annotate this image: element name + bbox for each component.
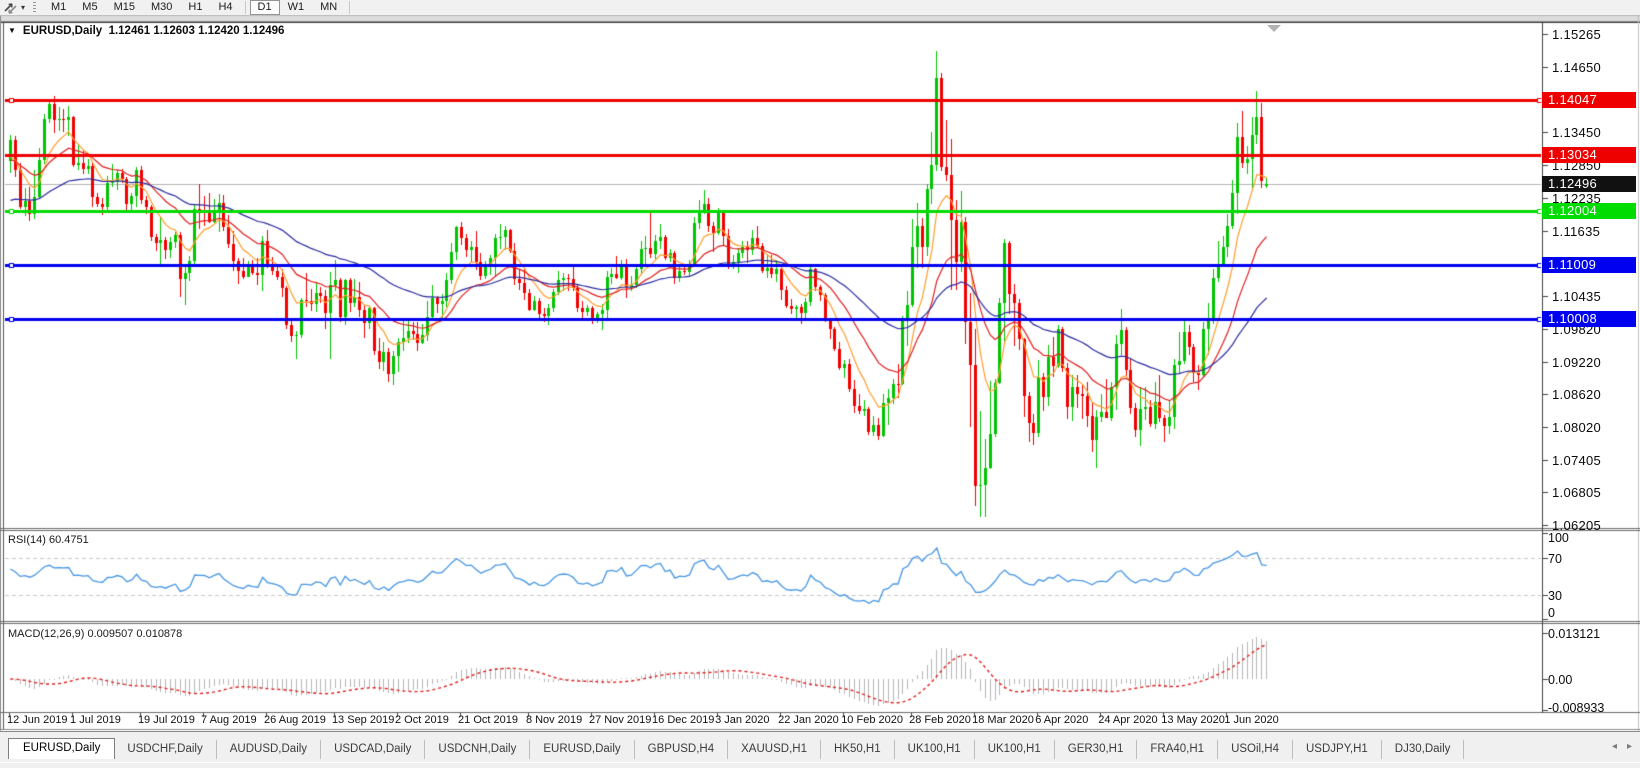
chart-tools-icon[interactable] xyxy=(3,1,19,14)
toolbar-dropdown-caret-icon[interactable]: ▾ xyxy=(21,0,25,15)
price-axis-label: 1.10435 xyxy=(1552,288,1602,304)
date-axis-label: 26 Aug 2019 xyxy=(264,714,326,726)
timeframe-button-w1[interactable]: W1 xyxy=(280,0,313,15)
price-axis-label: 1.14650 xyxy=(1552,60,1602,76)
chart-tab-usdjpy-h1-14[interactable]: USDJPY,H1 xyxy=(1293,740,1382,759)
rsi-axis-label: 100 xyxy=(1548,531,1569,545)
timeframe-button-m30[interactable]: M30 xyxy=(143,0,180,15)
date-axis-label: 10 Feb 2020 xyxy=(841,714,903,726)
timeframe-buttons: M1 M5 M15 M30 H1 H4 D1 W1 MN xyxy=(43,0,354,15)
price-tag: 1.12004 xyxy=(1542,202,1636,219)
timeframe-button-mn[interactable]: MN xyxy=(312,0,345,15)
timeframe-button-m15[interactable]: M15 xyxy=(106,0,143,15)
chart-tab-eurusd-daily-5[interactable]: EURUSD,Daily xyxy=(530,740,635,759)
price-axis-label: 1.11635 xyxy=(1552,223,1601,239)
chart-tab-eurusd-daily-0[interactable]: EURUSD,Daily xyxy=(8,738,116,759)
chart-tab-dj30-daily-15[interactable]: DJ30,Daily xyxy=(1382,740,1465,759)
chart-tab-audusd-daily-2[interactable]: AUDUSD,Daily xyxy=(217,740,322,759)
price-axis-label: 1.15265 xyxy=(1552,27,1602,42)
chart-tab-uk100-h1-9[interactable]: UK100,H1 xyxy=(895,740,975,759)
date-axis-label: 16 Dec 2019 xyxy=(652,714,715,726)
timeframe-button-m1[interactable]: M1 xyxy=(43,0,74,15)
date-axis-label: 1 Jun 2020 xyxy=(1224,714,1279,726)
macd-axis-label: 0.013121 xyxy=(1548,627,1601,641)
toolbar-grip[interactable] xyxy=(33,2,37,13)
date-axis-label: 18 Mar 2020 xyxy=(972,714,1034,726)
macd-axis-label: -0.008933 xyxy=(1548,701,1605,715)
rsi-indicator-label: RSI(14) 60.4751 xyxy=(8,534,89,546)
price-axis-label: 1.08020 xyxy=(1552,419,1602,435)
chart-tab-gbpusd-h4-6[interactable]: GBPUSD,H4 xyxy=(635,740,729,759)
chart-tab-fra40-h1-12[interactable]: FRA40,H1 xyxy=(1137,740,1219,759)
date-axis-label: 1 Jul 2019 xyxy=(70,714,121,726)
price-tag: 1.10008 xyxy=(1542,310,1636,327)
toolbar-separator xyxy=(349,1,351,14)
chart-tab-usdcad-daily-3[interactable]: USDCAD,Daily xyxy=(321,740,426,759)
chart-tab-uk100-h1-10[interactable]: UK100,H1 xyxy=(975,740,1055,759)
timeframe-button-h1[interactable]: H1 xyxy=(180,0,210,15)
chart-tab-hk50-h1-8[interactable]: HK50,H1 xyxy=(821,740,895,759)
date-axis-label: 7 Aug 2019 xyxy=(201,714,257,726)
chart-ohlc-values: 1.12461 1.12603 1.12420 1.12496 xyxy=(108,25,285,37)
rsi-axis-label: 70 xyxy=(1548,551,1562,566)
price-tag: 1.14047 xyxy=(1542,92,1636,108)
date-axis-label: 13 May 2020 xyxy=(1161,714,1225,726)
date-axis-label: 6 Apr 2020 xyxy=(1035,714,1089,726)
rsi-axis-label: 30 xyxy=(1548,589,1562,604)
chart-symbol-label: EURUSD,Daily xyxy=(22,25,103,37)
date-axis-label: 19 Jul 2019 xyxy=(137,714,195,726)
chart-context-dropdown-icon[interactable]: ▼ xyxy=(8,26,16,35)
status-strip xyxy=(0,762,1640,768)
rsi-axis-label: 0 xyxy=(1548,606,1555,620)
date-axis-label: 22 Jan 2020 xyxy=(778,714,839,726)
timeframe-button-d1[interactable]: D1 xyxy=(249,0,280,15)
price-axis-label: 1.07405 xyxy=(1552,452,1602,468)
price-axis-label: 1.13450 xyxy=(1552,125,1602,141)
price-axis-label: 1.06805 xyxy=(1552,485,1602,501)
price-tag: 1.11009 xyxy=(1542,256,1636,273)
timeframe-toolbar: ▾ M1 M5 M15 M30 H1 H4 D1 W1 MN xyxy=(0,0,1640,15)
timeframe-button-h4[interactable]: H4 xyxy=(210,0,240,15)
chart-tab-usdchf-daily-1[interactable]: USDCHF,Daily xyxy=(114,740,217,759)
date-axis-label: 28 Feb 2020 xyxy=(909,714,971,726)
chart-tab-usdcnh-daily-4[interactable]: USDCNH,Daily xyxy=(425,740,531,759)
price-axis-label: 1.09220 xyxy=(1552,354,1602,370)
chart-tab-usoil-h4-13[interactable]: USOil,H4 xyxy=(1218,740,1293,759)
trading-platform-window: ▾ M1 M5 M15 M30 H1 H4 D1 W1 MN ▼ EURUSD,Daily 1.1… xyxy=(0,0,1640,768)
chart-tab-ger30-h1-11[interactable]: GER30,H1 xyxy=(1055,740,1138,759)
price-axis-label: 1.08620 xyxy=(1552,387,1602,403)
macd-axis-label: 0.00 xyxy=(1548,673,1573,687)
price-tag: 1.12496 xyxy=(1542,176,1636,193)
date-axis-label: 13 Sep 2019 xyxy=(331,714,395,726)
tab-scroll-right-icon[interactable]: ▸ xyxy=(1627,740,1632,754)
date-axis-label: 27 Nov 2019 xyxy=(589,714,652,726)
toolbar-separator xyxy=(244,1,246,14)
tab-scroll-left-icon[interactable]: ◂ xyxy=(1612,740,1617,754)
date-axis-label: 8 Nov 2019 xyxy=(525,714,583,726)
date-axis-label: 3 Jan 2020 xyxy=(715,714,770,726)
date-axis-label: 2 Oct 2019 xyxy=(395,714,449,726)
timeframe-button-m5[interactable]: M5 xyxy=(74,0,105,15)
date-axis-label: 21 Oct 2019 xyxy=(458,714,518,726)
chart-tab-xauusd-h1-7[interactable]: XAUUSD,H1 xyxy=(728,740,821,759)
date-axis-label: 12 Jun 2019 xyxy=(7,714,68,726)
price-tag: 1.13034 xyxy=(1542,146,1636,163)
date-axis-label: 24 Apr 2020 xyxy=(1098,714,1158,726)
chart-canvas[interactable] xyxy=(0,0,1640,732)
chart-shift-marker[interactable] xyxy=(1267,25,1281,32)
chart-title: ▼ EURUSD,Daily 1.12461 1.12603 1.12420 1.… xyxy=(8,25,284,37)
macd-indicator-label: MACD(12,26,9) 0.009507 0.010878 xyxy=(8,628,183,640)
